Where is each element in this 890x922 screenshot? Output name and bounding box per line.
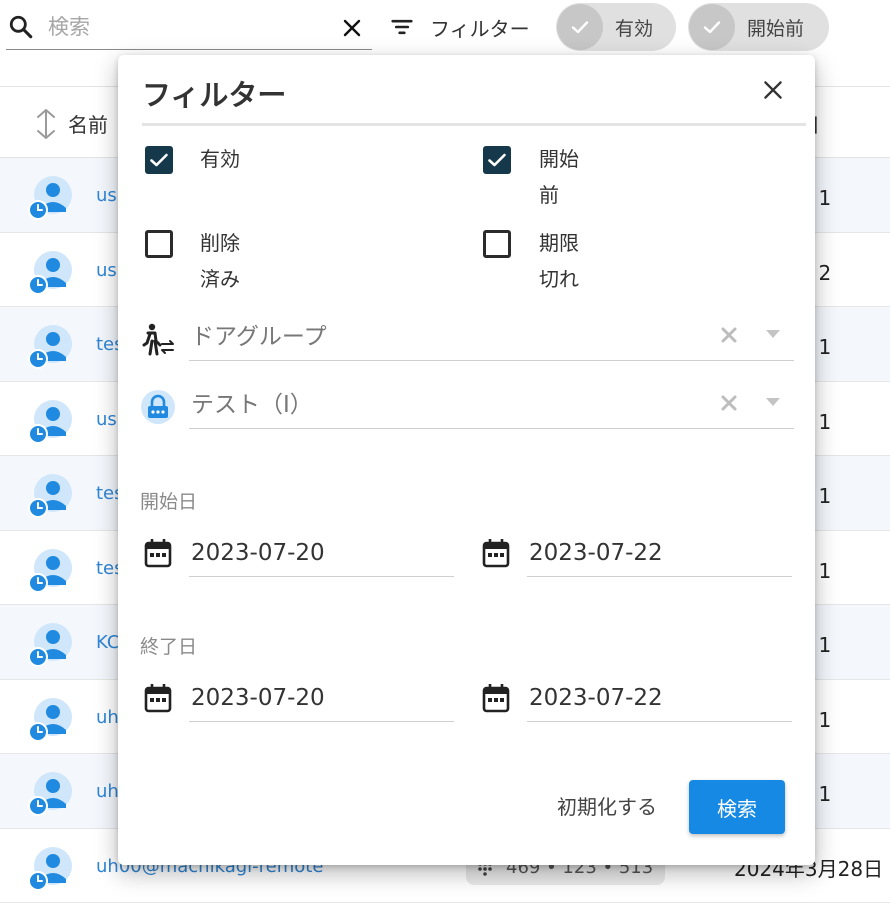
- checkbox-not-started-label: 開始 前: [539, 141, 579, 213]
- user-link[interactable]: uh: [96, 707, 119, 728]
- search-box: [6, 4, 372, 50]
- user-link[interactable]: KC: [96, 632, 119, 653]
- checkbox-not-started[interactable]: [483, 146, 511, 174]
- checkbox-deleted-label: 削除 済み: [200, 225, 240, 297]
- checkbox-expired[interactable]: [483, 230, 511, 258]
- lock-select[interactable]: テスト（I）: [189, 375, 794, 429]
- label-line: 期限: [539, 231, 579, 255]
- calendar-icon: [144, 684, 172, 713]
- user-link[interactable]: us: [96, 260, 117, 281]
- search-button[interactable]: 検索: [689, 780, 785, 834]
- user-avatar-icon: [28, 772, 72, 816]
- door-group-select-row: ドアグループ: [140, 307, 794, 367]
- user-avatar-icon: [28, 474, 72, 518]
- column-header-name[interactable]: 名前: [68, 109, 108, 138]
- chevron-down-icon[interactable]: [765, 329, 781, 339]
- check-icon: [488, 153, 506, 167]
- check-icon: [571, 21, 589, 34]
- chevron-down-icon[interactable]: [765, 397, 781, 407]
- door-group-value: ドアグループ: [191, 324, 327, 350]
- search-input[interactable]: [48, 10, 328, 44]
- user-avatar-icon: [28, 250, 72, 295]
- sort-icon[interactable]: [32, 107, 60, 141]
- user-avatar-icon: [28, 325, 72, 369]
- start-date-from-input[interactable]: [189, 529, 454, 577]
- chip-label: 有効: [615, 17, 654, 40]
- user-link[interactable]: uh: [96, 781, 119, 802]
- checkbox-expired-label: 期限 切れ: [539, 225, 579, 297]
- checkbox-active[interactable]: [145, 146, 173, 174]
- checkbox-deleted[interactable]: [145, 230, 173, 258]
- user-avatar-icon: [28, 399, 72, 444]
- check-icon: [703, 21, 721, 34]
- user-avatar-icon: [28, 548, 72, 593]
- end-date-to-field: [478, 674, 792, 724]
- check-icon: [150, 153, 168, 167]
- user-avatar-icon: [28, 623, 72, 667]
- end-date-from-field: [140, 674, 454, 724]
- start-date-to-input[interactable]: [527, 529, 792, 577]
- end-date-label: 終了日: [140, 636, 198, 658]
- filter-dialog: フィルター 有効 開始 前 削除 済み 期限 切れ ドアグループ テスト（I） …: [118, 55, 815, 865]
- start-date-label: 開始日: [140, 491, 198, 513]
- reset-button[interactable]: 初期化する: [542, 782, 672, 828]
- lock-value: テスト（I）: [191, 392, 313, 418]
- label-line: 開始: [539, 147, 579, 171]
- label-line: 切れ: [539, 267, 579, 291]
- lock-select-row: テスト（I）: [140, 375, 794, 435]
- start-date-to-field: [478, 529, 792, 579]
- end-date-to-input[interactable]: [527, 674, 792, 722]
- door-group-select[interactable]: ドアグループ: [189, 307, 794, 361]
- clear-search-icon[interactable]: [340, 16, 364, 40]
- chip-check: [557, 4, 603, 50]
- user-link[interactable]: us: [96, 185, 117, 206]
- filter-button[interactable]: フィルター: [388, 10, 530, 44]
- chip-active[interactable]: 有効: [556, 3, 676, 51]
- user-avatar-icon: [28, 846, 72, 891]
- chip-not-started[interactable]: 開始前: [688, 3, 829, 51]
- checkbox-active-label: 有効: [200, 141, 240, 177]
- end-date-from-input[interactable]: [189, 674, 454, 722]
- user-link[interactable]: us: [96, 409, 117, 430]
- clear-icon[interactable]: [719, 325, 739, 345]
- filter-button-label: フィルター: [430, 16, 530, 41]
- filter-icon: [391, 19, 413, 35]
- label-line: 済み: [200, 267, 240, 291]
- top-bar: フィルター 有効 開始前: [0, 0, 890, 56]
- close-icon[interactable]: [760, 77, 786, 103]
- dialog-divider: [142, 123, 806, 126]
- chip-check: [689, 4, 735, 50]
- label-line: 削除: [200, 231, 240, 255]
- lock-icon: [141, 390, 175, 424]
- user-avatar-icon: [28, 697, 72, 742]
- door-group-icon: [142, 323, 174, 356]
- calendar-icon: [144, 539, 172, 568]
- calendar-icon: [482, 684, 510, 713]
- calendar-icon: [482, 539, 510, 568]
- label-line: 有効: [200, 147, 240, 171]
- user-avatar-icon: [28, 176, 72, 220]
- clear-icon[interactable]: [719, 393, 739, 413]
- label-line: 前: [539, 183, 559, 207]
- start-date-from-field: [140, 529, 454, 579]
- dialog-title: フィルター: [142, 78, 287, 112]
- chip-label: 開始前: [747, 17, 805, 40]
- search-icon: [9, 15, 33, 39]
